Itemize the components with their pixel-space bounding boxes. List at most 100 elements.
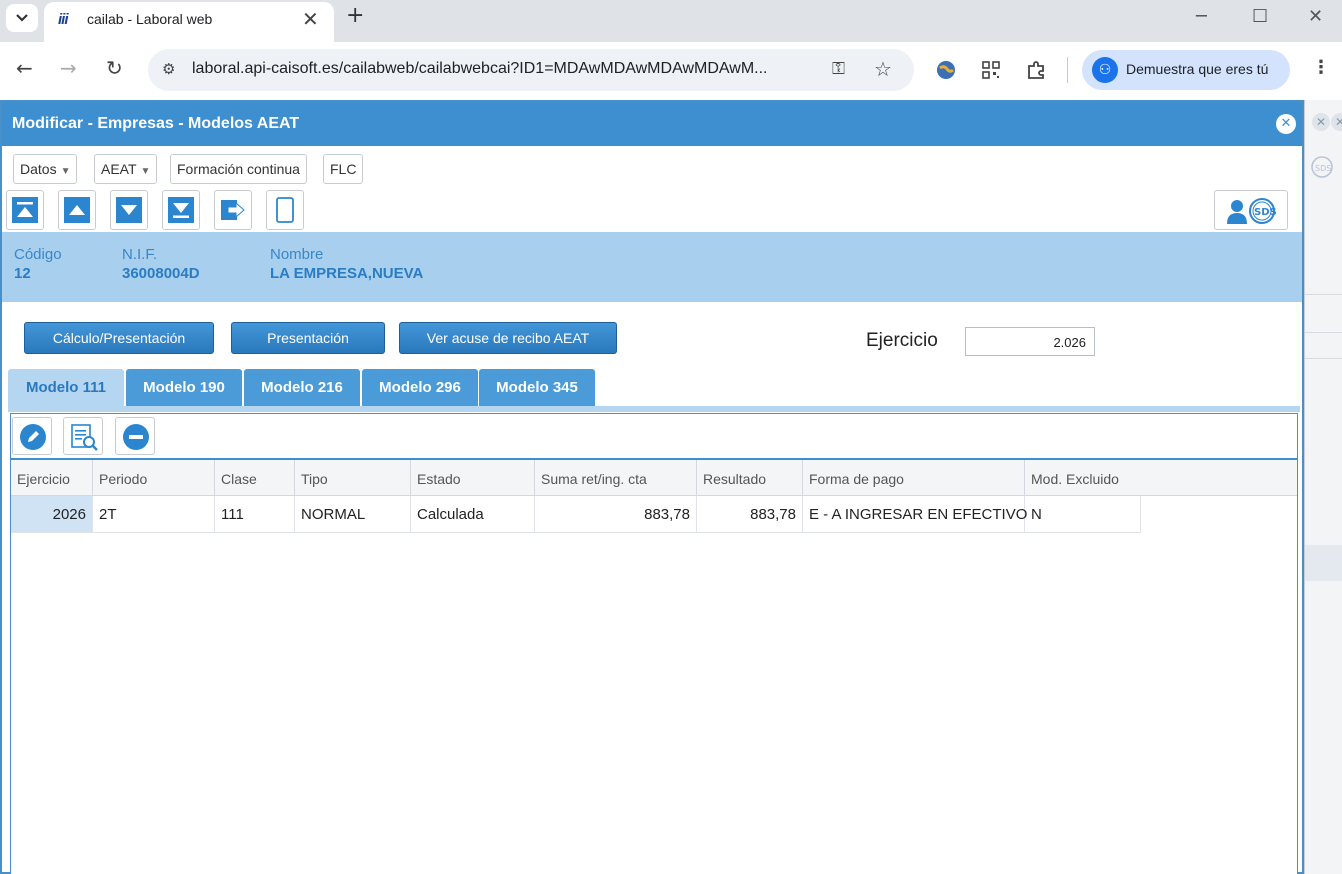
cell-clase[interactable]: 111 bbox=[215, 496, 295, 533]
col-ejercicio[interactable]: Ejercicio bbox=[11, 460, 93, 496]
tab-modelo-216[interactable]: Modelo 216 bbox=[244, 369, 360, 407]
browser-tab-strip: iii cailab - Laboral web ✕ + ─ ☐ ✕ bbox=[0, 0, 1342, 42]
flc-button[interactable]: FLC bbox=[323, 154, 364, 184]
cell-ejercicio[interactable]: 2026 bbox=[11, 496, 93, 533]
nombre-value: LA EMPRESA,NUEVA bbox=[270, 265, 424, 282]
calculo-presentacion-button[interactable]: Cálculo/Presentación bbox=[24, 322, 214, 354]
blank-document-button[interactable] bbox=[266, 190, 304, 230]
support-button[interactable]: SDS bbox=[1214, 190, 1288, 230]
url-text[interactable]: laboral.api-caisoft.es/cailabweb/cailabw… bbox=[192, 60, 767, 78]
browser-menu-icon[interactable]: ⋮ bbox=[1312, 57, 1330, 78]
codigo-value: 12 bbox=[14, 265, 31, 282]
back-arrow-icon[interactable]: ← bbox=[16, 56, 33, 80]
minus-circle-icon bbox=[123, 424, 149, 450]
tab-underline bbox=[8, 406, 1300, 412]
presentacion-button[interactable]: Presentación bbox=[231, 322, 385, 354]
ejercicio-input[interactable]: 2.026 bbox=[965, 327, 1095, 356]
background-help-icon: SDS bbox=[1311, 156, 1333, 178]
browser-toolbar: ← → ↻ ⚙ laboral.api-caisoft.es/cailabweb… bbox=[0, 42, 1342, 100]
chevron-down-icon bbox=[16, 14, 28, 22]
formacion-continua-label: Formación continua bbox=[177, 161, 300, 177]
window-close-icon[interactable]: ✕ bbox=[1276, 114, 1296, 134]
next-record-icon bbox=[116, 197, 142, 223]
background-close-icon[interactable]: ✕ bbox=[1312, 113, 1330, 131]
flc-label: FLC bbox=[330, 161, 357, 177]
tab-modelo-111[interactable]: Modelo 111 bbox=[8, 369, 124, 407]
first-record-icon bbox=[12, 197, 38, 223]
svg-text:SDS: SDS bbox=[1254, 207, 1277, 218]
profile-button[interactable]: ⚇ Demuestra que eres tú bbox=[1082, 50, 1290, 90]
next-record-button[interactable] bbox=[110, 190, 148, 230]
detail-search-button[interactable] bbox=[63, 417, 103, 455]
maximize-icon[interactable]: ☐ bbox=[1252, 6, 1268, 27]
forward-arrow-icon[interactable]: → bbox=[60, 56, 77, 80]
col-resultado[interactable]: Resultado bbox=[697, 460, 803, 496]
tab-modelo-345[interactable]: Modelo 345 bbox=[479, 369, 595, 407]
remove-button[interactable] bbox=[115, 417, 155, 455]
minimize-icon[interactable]: ─ bbox=[1196, 6, 1207, 27]
support-user-icon: SDS bbox=[1227, 198, 1277, 224]
svg-text:SDS: SDS bbox=[1315, 164, 1331, 173]
modelos-table: Ejercicio Periodo Clase Tipo Estado Suma… bbox=[11, 458, 1297, 874]
datos-menu-button[interactable]: Datos ▼ bbox=[13, 154, 78, 184]
col-suma-ret[interactable]: Suma ret/ing. cta bbox=[535, 460, 697, 496]
modal-window: Modificar - Empresas - Modelos AEAT ✕ Da… bbox=[0, 100, 1304, 874]
table-header: Ejercicio Periodo Clase Tipo Estado Suma… bbox=[11, 460, 1297, 496]
reload-icon[interactable]: ↻ bbox=[106, 56, 123, 80]
cell-resultado[interactable]: 883,78 bbox=[697, 496, 803, 533]
cell-tipo[interactable]: NORMAL bbox=[295, 496, 411, 533]
ver-acuse-button[interactable]: Ver acuse de recibo AEAT bbox=[399, 322, 617, 354]
tab-modelo-296[interactable]: Modelo 296 bbox=[362, 369, 478, 407]
caret-down-icon: ▼ bbox=[60, 166, 71, 177]
col-estado[interactable]: Estado bbox=[411, 460, 535, 496]
background-close-icon-2[interactable]: ✕ bbox=[1331, 113, 1342, 131]
toolbar-divider bbox=[1067, 57, 1068, 83]
qr-code-icon[interactable] bbox=[980, 59, 1002, 81]
background-window-edge: SDS bbox=[1304, 100, 1342, 874]
cell-suma-ret[interactable]: 883,78 bbox=[535, 496, 697, 533]
cell-forma-pago[interactable]: E - A INGRESAR EN EFECTIVO bbox=[803, 496, 1027, 533]
formacion-continua-button[interactable]: Formación continua bbox=[170, 154, 307, 184]
col-periodo[interactable]: Periodo bbox=[93, 460, 215, 496]
cailab-favicon-icon: iii bbox=[58, 11, 68, 28]
new-tab-icon[interactable]: + bbox=[346, 3, 364, 28]
cell-estado[interactable]: Calculada bbox=[411, 496, 535, 533]
col-clase[interactable]: Clase bbox=[215, 460, 295, 496]
extension-globe-icon[interactable] bbox=[935, 59, 957, 81]
edit-button[interactable] bbox=[12, 417, 52, 455]
list-search-icon bbox=[71, 424, 98, 451]
tab-modelo-190[interactable]: Modelo 190 bbox=[126, 369, 242, 407]
last-record-icon bbox=[168, 197, 194, 223]
nombre-label: Nombre bbox=[270, 246, 324, 263]
previous-record-icon bbox=[64, 197, 90, 223]
site-settings-icon[interactable]: ⚙ bbox=[162, 60, 175, 78]
exit-button[interactable] bbox=[214, 190, 252, 230]
exit-arrow-icon bbox=[221, 200, 245, 220]
datos-menu-label: Datos bbox=[20, 161, 57, 177]
profile-label: Demuestra que eres tú bbox=[1126, 61, 1269, 77]
extensions-puzzle-icon[interactable] bbox=[1025, 59, 1047, 81]
cell-periodo[interactable]: 2T bbox=[93, 496, 215, 533]
previous-record-button[interactable] bbox=[58, 190, 96, 230]
bookmark-star-icon[interactable]: ☆ bbox=[874, 57, 892, 81]
pencil-icon bbox=[20, 424, 46, 450]
codigo-label: Código bbox=[14, 246, 62, 263]
aeat-menu-button[interactable]: AEAT ▼ bbox=[94, 154, 158, 184]
tab-close-icon[interactable]: ✕ bbox=[302, 7, 319, 31]
nif-label: N.I.F. bbox=[122, 246, 158, 263]
col-tipo[interactable]: Tipo bbox=[295, 460, 411, 496]
browser-tab[interactable]: iii cailab - Laboral web ✕ bbox=[44, 2, 334, 42]
aeat-menu-label: AEAT bbox=[101, 161, 137, 177]
col-forma-pago[interactable]: Forma de pago bbox=[803, 460, 1025, 496]
blank-page-icon bbox=[276, 197, 294, 223]
tab-search-button[interactable] bbox=[6, 4, 38, 32]
browser-tab-title: cailab - Laboral web bbox=[87, 11, 213, 27]
address-bar[interactable]: ⚙ laboral.api-caisoft.es/cailabweb/caila… bbox=[148, 49, 914, 91]
window-close-icon[interactable]: ✕ bbox=[1308, 6, 1323, 27]
col-mod-excluido[interactable]: Mod. Excluido bbox=[1025, 460, 1297, 496]
cell-mod-excluido[interactable]: N bbox=[1025, 496, 1141, 533]
window-title: Modificar - Empresas - Modelos AEAT bbox=[12, 115, 300, 132]
key-icon[interactable]: ⚿ bbox=[832, 59, 845, 79]
first-record-button[interactable] bbox=[6, 190, 44, 230]
last-record-button[interactable] bbox=[162, 190, 200, 230]
